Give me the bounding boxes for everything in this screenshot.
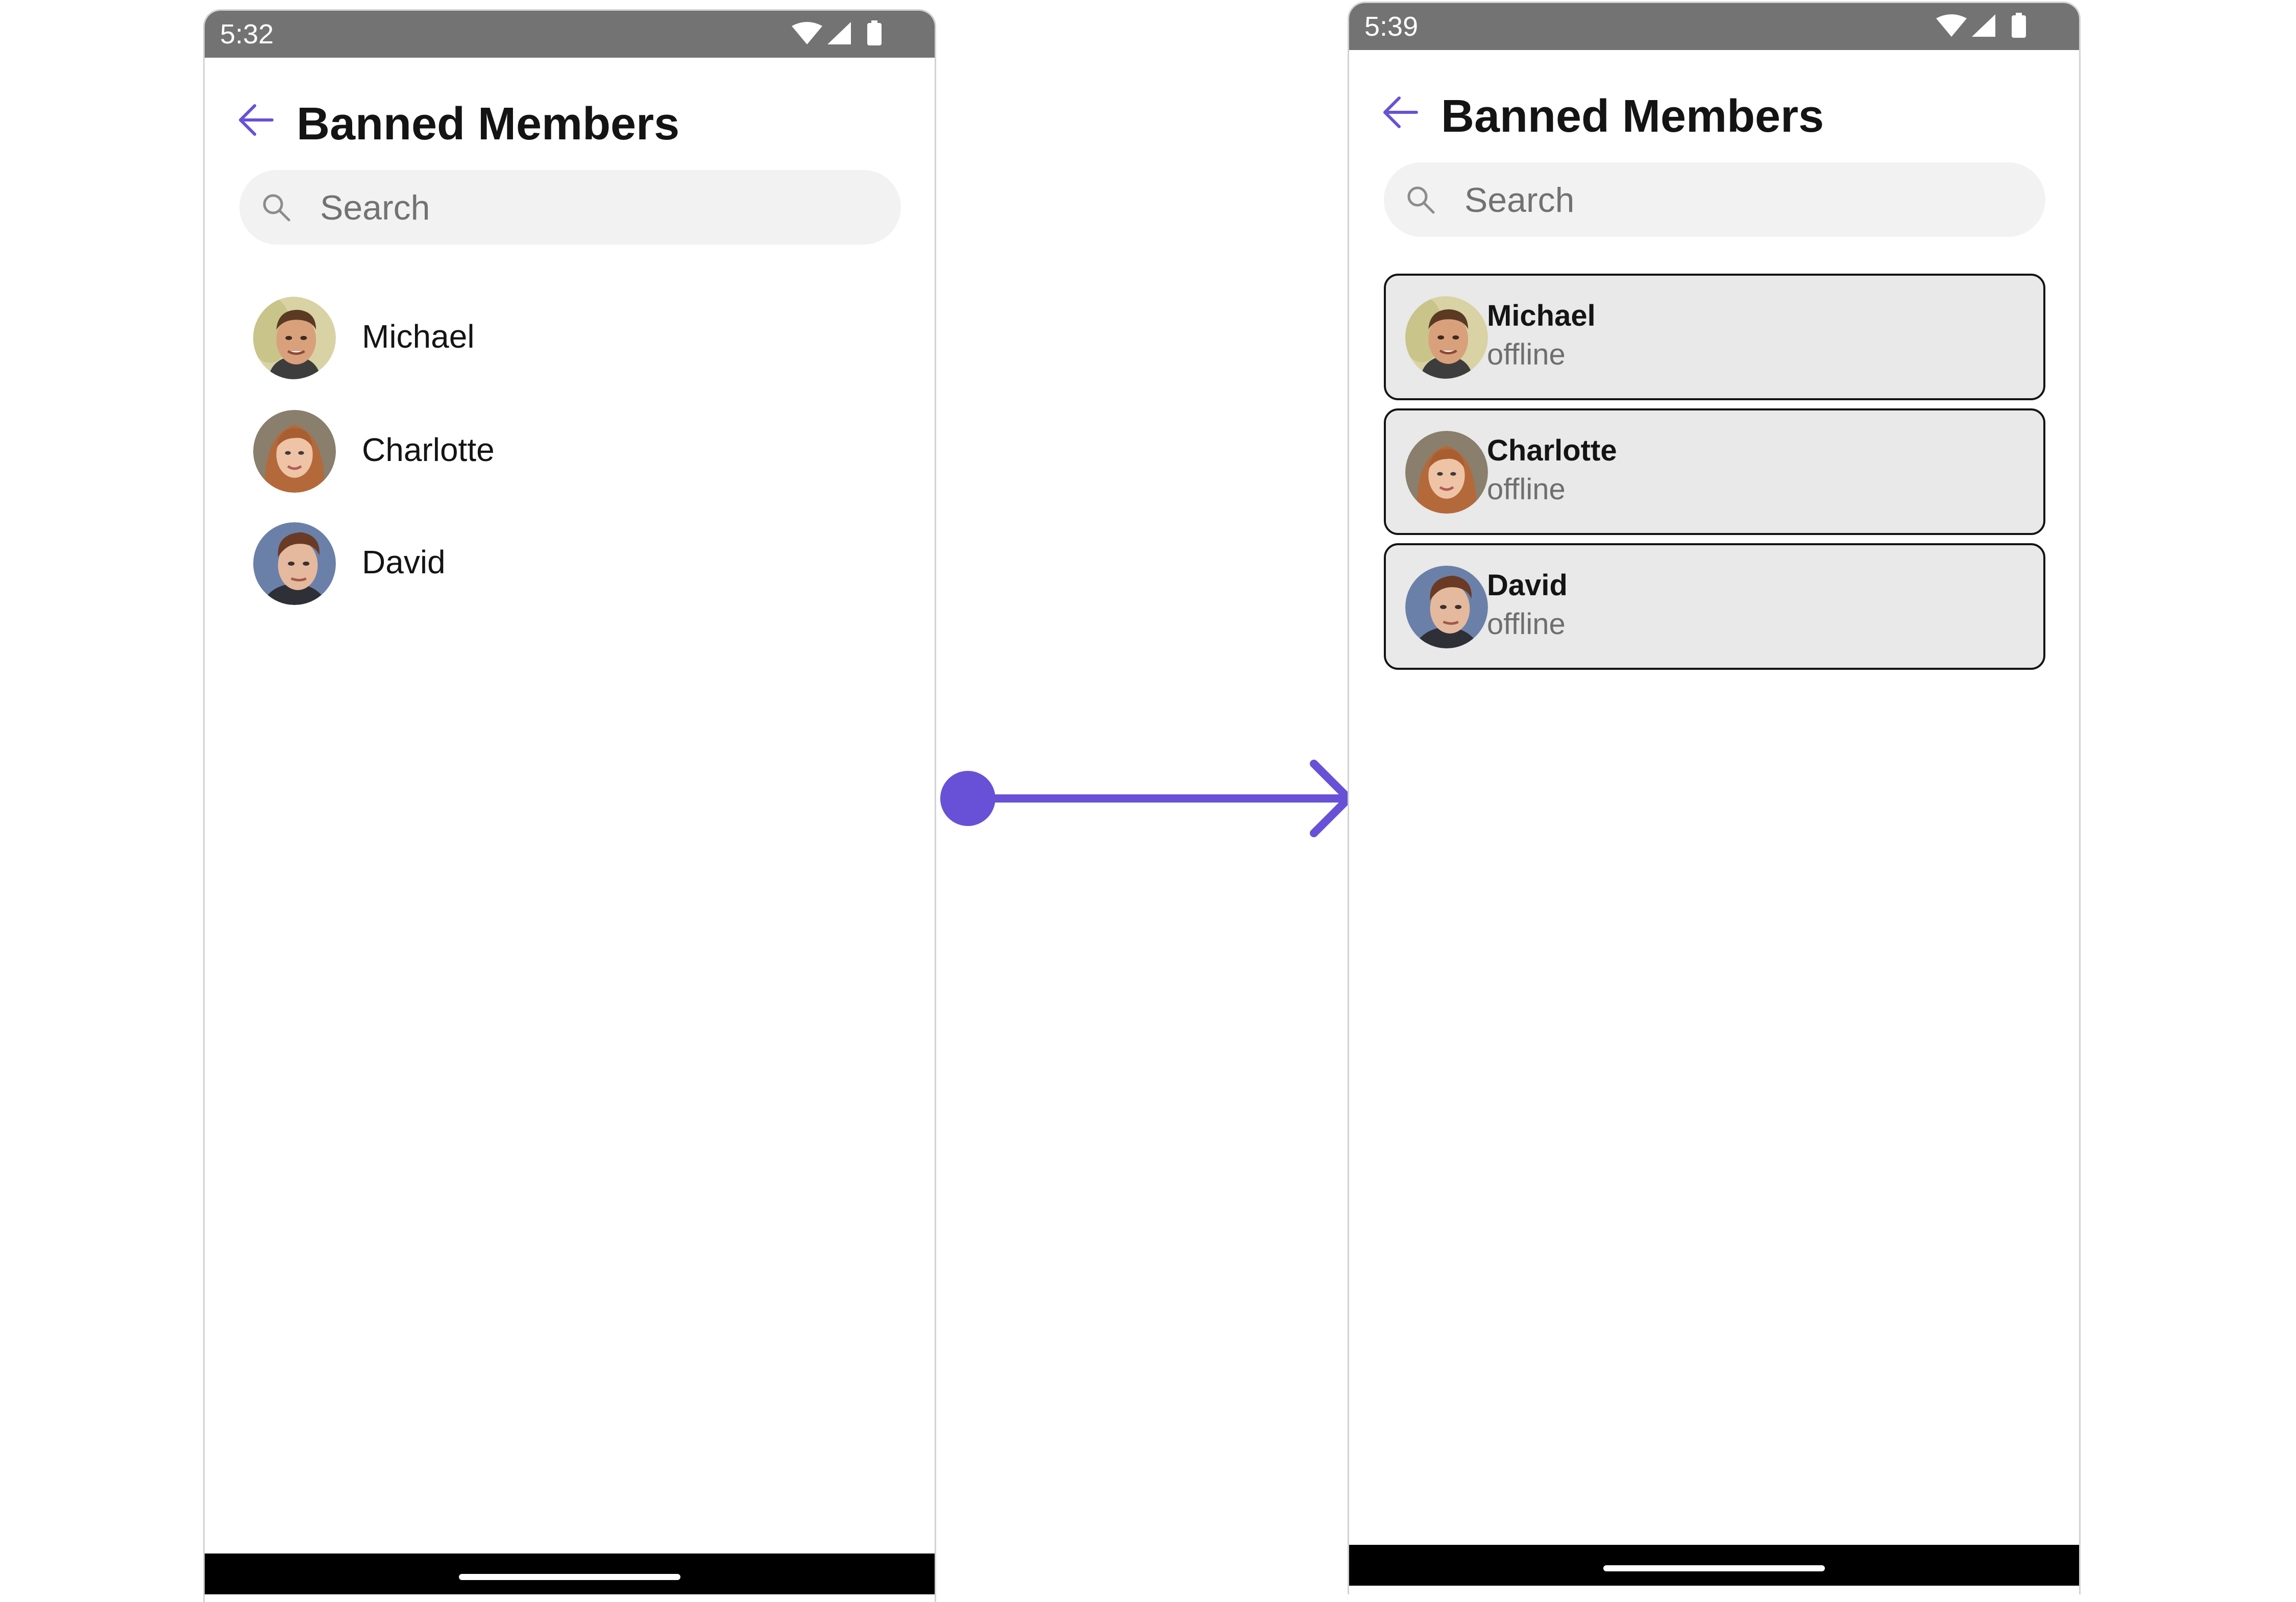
page-title: Banned Members: [297, 99, 680, 150]
search-icon: [1407, 186, 1435, 214]
status-time: 5:39: [1364, 11, 1419, 42]
home-indicator[interactable]: [459, 1574, 680, 1580]
status-icons: [1936, 13, 2026, 38]
member-status: offline: [1487, 338, 1566, 371]
list-item-david[interactable]: David offline: [1384, 543, 2045, 670]
status-icons: [792, 20, 882, 45]
arrow-right-icon: [964, 760, 1353, 837]
status-time: 5:32: [220, 19, 274, 50]
navigation-bar: [205, 1554, 935, 1594]
transition-arrow: [940, 760, 1353, 837]
avatar: [253, 410, 336, 493]
member-status: offline: [1487, 473, 1566, 506]
page-title: Banned Members: [1441, 91, 1824, 142]
avatar: [1405, 431, 1488, 514]
home-indicator[interactable]: [1603, 1565, 1825, 1571]
member-name: Michael: [362, 318, 475, 355]
header: Banned Members: [205, 58, 935, 150]
battery-icon: [867, 23, 882, 45]
avatar: [253, 522, 336, 605]
wifi-icon: [1936, 14, 1967, 37]
list-item-charlotte[interactable]: Charlotte: [205, 400, 935, 502]
search-placeholder: Search: [320, 188, 430, 227]
avatar: [1405, 296, 1488, 379]
avatar: [253, 297, 336, 379]
arrow-left-icon[interactable]: [235, 100, 276, 140]
cellular-signal-icon: [827, 22, 851, 44]
member-name: Charlotte: [362, 431, 495, 468]
list-item-david[interactable]: David: [205, 512, 935, 614]
navigation-bar: [1349, 1545, 2079, 1586]
status-bar: 5:39: [1349, 3, 2079, 50]
cellular-signal-icon: [1972, 14, 1995, 37]
header: Banned Members: [1349, 50, 2079, 142]
search-placeholder: Search: [1464, 181, 1575, 220]
arrow-left-icon[interactable]: [1380, 92, 1421, 133]
list-item-charlotte[interactable]: Charlotte offline: [1384, 408, 2045, 535]
member-name: Michael: [1487, 299, 1596, 332]
list-item-michael[interactable]: Michael offline: [1384, 274, 2045, 400]
member-status: offline: [1487, 608, 1566, 641]
battery-icon: [2012, 15, 2026, 38]
member-name: Charlotte: [1487, 434, 1617, 467]
search-icon: [263, 194, 290, 222]
phone-screen-after: 5:39 Banned Members Search Michael offli…: [1348, 2, 2081, 1594]
avatar: [1405, 566, 1488, 648]
search-input[interactable]: Search: [239, 170, 901, 245]
phone-screen-before: 5:32 Banned Members Search Michael Charl…: [203, 9, 936, 1602]
wifi-icon: [792, 22, 822, 44]
search-input[interactable]: Search: [1384, 162, 2045, 237]
status-bar: 5:32: [205, 11, 935, 58]
member-name: David: [362, 544, 446, 580]
list-item-michael[interactable]: Michael: [205, 286, 935, 389]
member-name: David: [1487, 569, 1568, 602]
